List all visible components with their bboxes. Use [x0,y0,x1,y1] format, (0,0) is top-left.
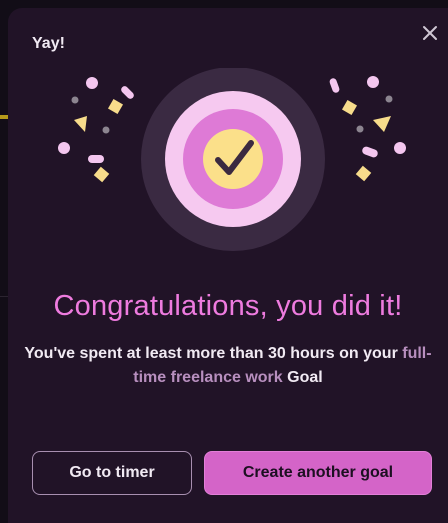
backdrop-accent-line [0,115,8,119]
success-illustration [8,67,448,268]
modal-title: Yay! [32,35,65,52]
confetti-right [329,76,406,182]
success-message: You've spent at least more than 30 hours… [8,342,448,390]
message-suffix: Goal [287,369,323,386]
confetti-left [58,77,134,183]
checkmark-badge-icon [141,67,325,251]
message-prefix: You've spent at least more than 30 hours… [24,345,398,362]
close-button[interactable] [420,23,440,43]
create-another-goal-button[interactable]: Create another goal [204,451,432,495]
success-headline: Congratulations, you did it! [53,290,403,322]
close-icon [423,26,437,40]
backdrop-divider [0,296,8,297]
success-modal: Yay! Congratulations, you did it! You've… [8,8,448,523]
go-to-timer-button[interactable]: Go to timer [32,451,192,495]
